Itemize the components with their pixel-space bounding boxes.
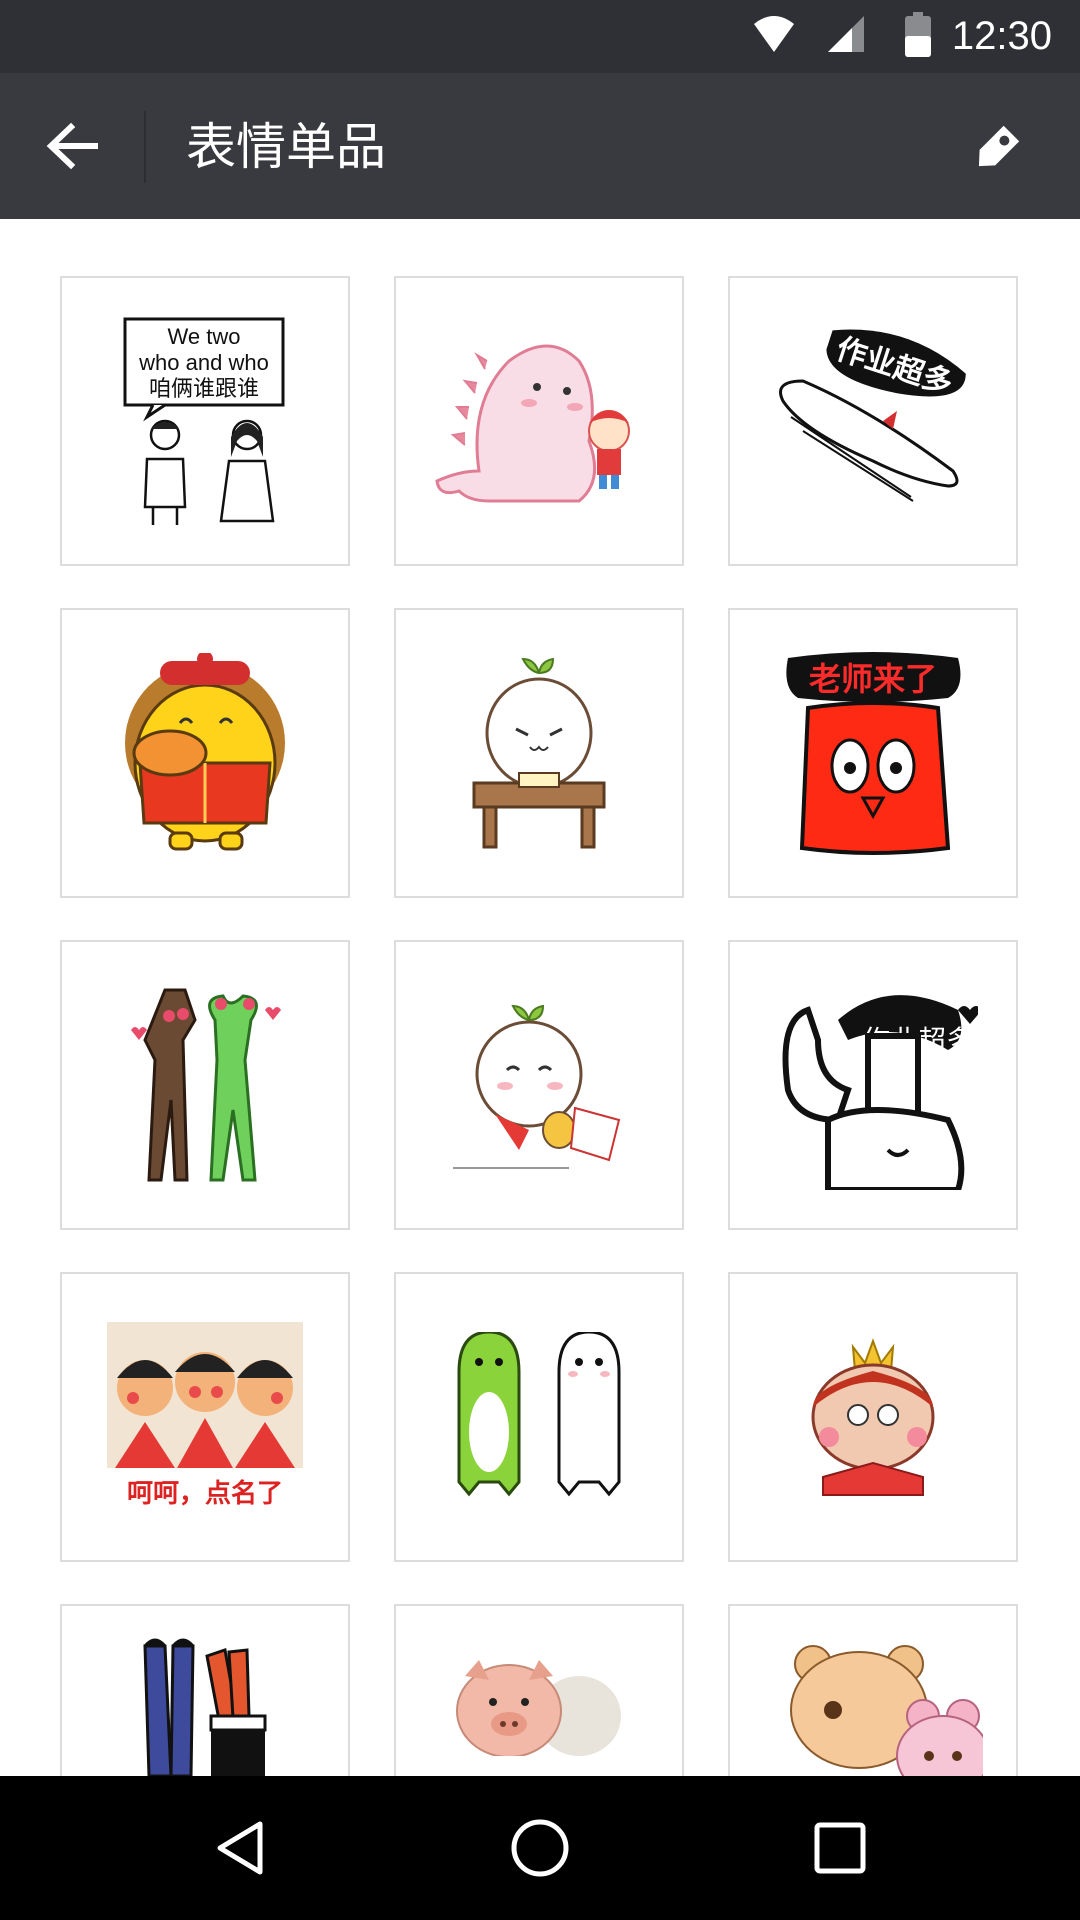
sticker-pig-sheep[interactable] [394, 1604, 684, 1776]
sticker-radish-desk[interactable] [394, 608, 684, 898]
sticker-teacher-text: 老师来了 [809, 660, 937, 698]
sticker-pig-sheep-image [456, 1660, 621, 1776]
arrow-left-icon [46, 122, 98, 170]
sticker-yellow-lion[interactable] [60, 608, 350, 898]
tag-icon [978, 125, 1020, 167]
wifi-icon [752, 14, 796, 58]
sticker-strong-man-image: 作业超多 [782, 995, 978, 1190]
back-triangle-icon [217, 1821, 263, 1875]
sticker-yellow-lion-image [125, 653, 285, 851]
sticker-we-two[interactable]: We two who and who 咱俩谁跟谁 [60, 276, 350, 566]
sticker-teacher-coming-image: 老师来了 [786, 652, 961, 855]
sticker-radish-desk-image [472, 657, 606, 849]
sticker-we-two-line2: who and who [138, 350, 269, 375]
sticker-crowned-reader[interactable] [728, 1272, 1018, 1562]
sticker-pink-dino-image [435, 344, 630, 503]
app-bar-divider [144, 111, 146, 183]
nav-recents-button[interactable] [792, 1806, 888, 1890]
sticker-radish-running[interactable] [394, 940, 684, 1230]
nav-back-button[interactable] [192, 1806, 288, 1890]
home-circle-icon [511, 1819, 569, 1877]
sticker-two-blobs[interactable] [394, 1272, 684, 1562]
sticker-legs-up-image [143, 1638, 267, 1776]
cell-signal-icon [826, 14, 866, 58]
status-time: 12:30 [951, 14, 1052, 58]
sticker-we-two-image: We two who and who 咱俩谁跟谁 [123, 317, 285, 525]
sticker-roll-call[interactable]: 呵呵，点名了 [60, 1272, 350, 1562]
nav-home-button[interactable] [492, 1806, 588, 1890]
sticker-roll-call-image: 呵呵，点名了 [107, 1322, 303, 1509]
app-bar: 表情单品 [0, 73, 1080, 219]
sticker-crowned-reader-image [811, 1338, 935, 1496]
navigation-bar [0, 1776, 1080, 1920]
sticker-grid-scroll[interactable]: We two who and who 咱俩谁跟谁 作业超多 老师来了 呵呵，点名… [0, 219, 1080, 1776]
sticker-legs-up[interactable] [60, 1604, 350, 1776]
sticker-bears-image [790, 1645, 983, 1776]
sticker-horse-frog[interactable] [60, 940, 350, 1230]
status-bar: 12:30 [0, 0, 1080, 73]
sticker-homework-overload[interactable]: 作业超多 [728, 276, 1018, 566]
sticker-pink-dino[interactable] [394, 276, 684, 566]
sticker-bears[interactable] [728, 1604, 1018, 1776]
sticker-radish-running-image [453, 1004, 621, 1169]
recents-square-icon [814, 1822, 866, 1874]
sticker-teacher-coming[interactable]: 老师来了 [728, 608, 1018, 898]
sticker-roll-call-text: 呵呵，点名了 [127, 1478, 283, 1509]
sticker-homework-overload-image: 作业超多 [779, 329, 966, 502]
page-title: 表情单品 [186, 118, 386, 176]
sticker-strong-man[interactable]: 作业超多 [728, 940, 1018, 1230]
back-button[interactable] [30, 106, 114, 186]
battery-icon [904, 12, 932, 62]
sticker-two-blobs-image [457, 1332, 621, 1497]
sticker-we-two-line1: We two [168, 324, 241, 349]
sticker-grid: We two who and who 咱俩谁跟谁 作业超多 老师来了 呵呵，点名… [60, 276, 1020, 1776]
tag-button[interactable] [956, 109, 1040, 185]
sticker-horse-frog-image [131, 988, 281, 1182]
sticker-we-two-line3: 咱俩谁跟谁 [149, 377, 259, 402]
